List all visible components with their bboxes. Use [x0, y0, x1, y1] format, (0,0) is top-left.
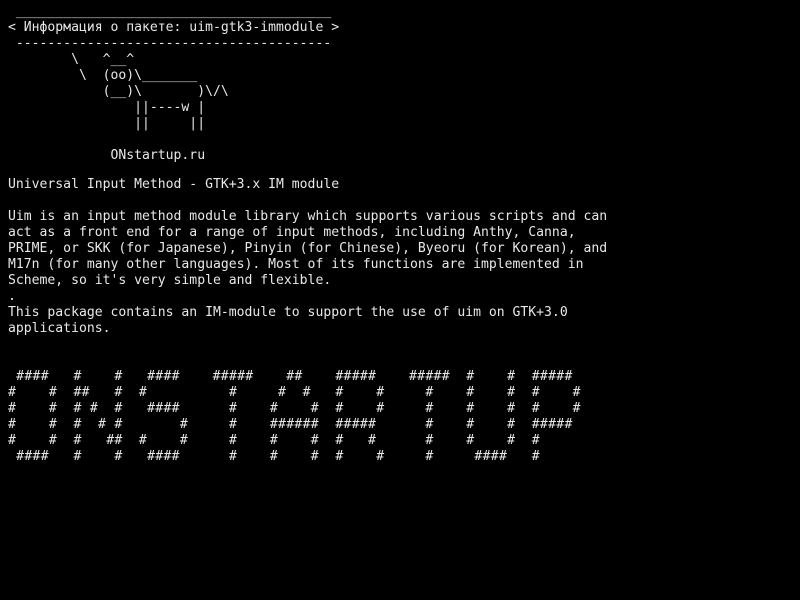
banner-line: # # ## # # # # # # # # # # # # — [8, 385, 581, 400]
onstartup-ascii-banner: #### # # #### ##### ## ##### ##### # # #… — [8, 369, 581, 465]
cow-line: (__)\ )\/\ — [8, 84, 229, 99]
package-description: Uim is an input method module library wh… — [8, 209, 607, 337]
description-line: This package contains an IM-module to su… — [8, 305, 568, 320]
cow-line: || || — [8, 116, 206, 131]
description-line: PRIME, or SKK (for Japanese), Pinyin (fo… — [8, 241, 608, 256]
banner-line: #### # # #### # # # # # # #### # — [8, 449, 540, 464]
banner-line: # # # ## # # # # # # # # # # # — [8, 433, 540, 448]
bubble-text: < Информация о пакете: uim-gtk3-immodule… — [8, 20, 340, 35]
banner-line: # # # # # #### # # # # # # # # # # — [8, 401, 581, 416]
description-line: M17n (for many other languages). Most of… — [8, 257, 584, 272]
description-line: Scheme, so it's very simple and flexible… — [8, 273, 332, 288]
bubble-border-bottom: ---------------------------------------- — [8, 36, 332, 51]
description-line: applications. — [8, 321, 111, 336]
cowsay-art: ________________________________________… — [8, 4, 339, 164]
banner-line: #### # # #### ##### ## ##### ##### # # #… — [8, 369, 573, 384]
terminal-screen: ________________________________________… — [0, 0, 800, 600]
cow-line: \ ^__^ — [8, 52, 135, 67]
description-line: . — [8, 289, 16, 304]
bubble-border-top: ________________________________________ — [8, 4, 332, 19]
package-summary: Universal Input Method - GTK+3.x IM modu… — [8, 177, 340, 192]
banner-line: # # # # # # # ###### ##### # # # ##### — [8, 417, 573, 432]
site-signature: ONstartup.ru — [8, 148, 206, 163]
cow-line: \ (oo)\_______ — [8, 68, 198, 83]
description-line: act as a front end for a range of input … — [8, 225, 576, 240]
cow-line: ||----w | — [8, 100, 206, 115]
description-line: Uim is an input method module library wh… — [8, 209, 608, 224]
